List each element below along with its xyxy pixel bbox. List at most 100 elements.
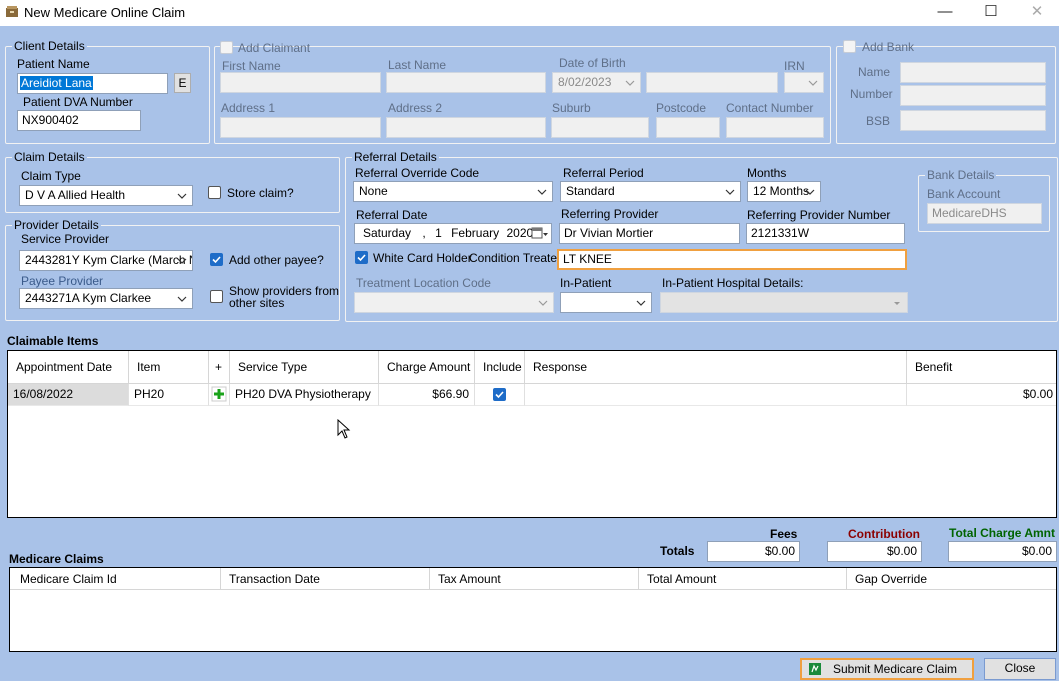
col-medicare-claim-id[interactable]: Medicare Claim Id xyxy=(10,568,221,590)
col-total-amount[interactable]: Total Amount xyxy=(639,568,847,590)
first-name-label: First Name xyxy=(222,59,281,73)
address2-label: Address 2 xyxy=(388,101,443,115)
override-code-label: Referral Override Code xyxy=(355,166,480,180)
fees-total-input[interactable]: $0.00 xyxy=(707,541,800,562)
calendar-dropdown-icon[interactable] xyxy=(531,224,549,243)
referring-number-label: Referring Provider Number xyxy=(747,208,891,222)
bank-account-input[interactable]: MedicareDHS xyxy=(927,203,1042,224)
white-card-checkbox[interactable] xyxy=(355,251,368,264)
chevron-down-icon xyxy=(625,80,635,86)
cell-appointment-date[interactable]: 16/08/2022 xyxy=(8,384,129,406)
col-item[interactable]: Item xyxy=(129,351,209,384)
col-tax-amount[interactable]: Tax Amount xyxy=(430,568,639,590)
claim-details-title: Claim Details xyxy=(12,149,87,165)
client-details-title: Client Details xyxy=(12,38,87,54)
medicare-claims-grid[interactable]: Medicare Claim Id Transaction Date Tax A… xyxy=(9,567,1057,652)
col-benefit[interactable]: Benefit xyxy=(907,351,1056,384)
bank-name-label: Name xyxy=(858,65,891,79)
months-value: 12 Months xyxy=(753,184,810,198)
bank-account-label: Bank Account xyxy=(927,187,1001,201)
cell-response[interactable] xyxy=(525,384,907,406)
inpatient-select[interactable] xyxy=(560,292,652,313)
dva-number-input[interactable]: NX900402 xyxy=(17,110,141,131)
col-charge-amount[interactable]: Charge Amount xyxy=(379,351,475,384)
bsb-input[interactable] xyxy=(900,110,1046,131)
service-provider-select[interactable]: 2443281Y Kym Clarke (March N xyxy=(19,250,193,271)
referral-date-separator: , xyxy=(422,226,426,240)
contribution-total-input[interactable]: $0.00 xyxy=(827,541,922,562)
submit-medicare-claim-button[interactable]: Submit Medicare Claim xyxy=(800,658,974,680)
bank-name-input[interactable] xyxy=(900,62,1046,83)
chevron-down-icon xyxy=(636,300,646,306)
postcode-input[interactable] xyxy=(656,117,720,138)
bsb-label: BSB xyxy=(866,114,891,128)
include-checkbox[interactable] xyxy=(493,388,506,401)
fees-label: Fees xyxy=(770,527,798,541)
treatment-location-select[interactable] xyxy=(354,292,554,313)
claimable-items-grid[interactable]: Appointment Date Item + Service Type Cha… xyxy=(7,350,1057,518)
referring-provider-input[interactable]: Dr Vivian Mortier xyxy=(559,223,740,244)
payee-provider-select[interactable]: 2443271A Kym Clarkee xyxy=(19,288,193,309)
inpatient-hospital-select[interactable] xyxy=(660,292,908,313)
close-button[interactable]: Close xyxy=(984,658,1056,680)
mouse-cursor-icon xyxy=(337,419,351,439)
address1-label: Address 1 xyxy=(221,101,276,115)
close-window-button[interactable]: ✕ xyxy=(1014,0,1059,26)
first-name-input[interactable] xyxy=(220,72,381,93)
chevron-down-icon xyxy=(537,189,547,195)
add-payee-checkbox[interactable] xyxy=(210,253,223,266)
referral-date-month: February xyxy=(451,226,500,240)
bank-number-label: Number xyxy=(850,87,893,101)
irn-label: IRN xyxy=(784,59,805,73)
claimant-extra-input[interactable] xyxy=(646,72,778,93)
bank-number-input[interactable] xyxy=(900,85,1046,106)
last-name-input[interactable] xyxy=(386,72,546,93)
contact-number-input[interactable] xyxy=(726,117,824,138)
col-plus[interactable]: + xyxy=(209,351,230,384)
referring-number-input[interactable]: 2121331W xyxy=(746,223,905,244)
show-providers-checkbox[interactable] xyxy=(210,290,223,303)
add-bank-checkbox[interactable] xyxy=(843,40,856,53)
contribution-label: Contribution xyxy=(848,527,920,541)
edit-patient-button[interactable]: E xyxy=(174,73,191,93)
col-response[interactable]: Response xyxy=(525,351,907,384)
claim-type-select[interactable]: D V A Allied Health xyxy=(19,185,193,206)
address1-input[interactable] xyxy=(220,117,381,138)
cell-benefit[interactable]: $0.00 xyxy=(907,384,1056,406)
total-charge-input[interactable]: $0.00 xyxy=(948,541,1057,562)
add-plus-icon[interactable] xyxy=(209,384,229,404)
add-claimant-checkbox[interactable] xyxy=(220,41,233,54)
col-appointment-date[interactable]: Appointment Date xyxy=(8,351,129,384)
suburb-input[interactable] xyxy=(551,117,649,138)
patient-name-input[interactable]: Areidiot Lana xyxy=(17,73,168,94)
referral-details-title: Referral Details xyxy=(352,149,439,165)
dialog-body: Client Details Patient Name Areidiot Lan… xyxy=(0,26,1059,681)
checkmark-icon xyxy=(495,391,504,399)
referral-period-select[interactable]: Standard xyxy=(560,181,741,202)
cell-charge-amount[interactable]: $66.90 xyxy=(379,384,475,406)
payee-provider-value: 2443271A Kym Clarkee xyxy=(25,291,152,305)
address2-input[interactable] xyxy=(386,117,546,138)
months-select[interactable]: 12 Months xyxy=(747,181,821,202)
store-claim-checkbox[interactable] xyxy=(208,186,221,199)
patient-name-value: Areidiot Lana xyxy=(20,76,93,90)
col-include[interactable]: Include xyxy=(475,351,525,384)
cell-service-type[interactable]: PH20 DVA Physiotherapy xyxy=(230,384,379,406)
provider-details-title: Provider Details xyxy=(12,217,101,233)
inpatient-hospital-label: In-Patient Hospital Details: xyxy=(662,276,804,290)
cell-include[interactable] xyxy=(475,384,525,406)
override-code-select[interactable]: None xyxy=(353,181,553,202)
col-service-type[interactable]: Service Type xyxy=(230,351,379,384)
referral-date-picker[interactable]: Saturday , 1 February 2020 xyxy=(354,223,552,244)
maximize-button[interactable]: ☐ xyxy=(968,0,1014,26)
cell-add[interactable] xyxy=(209,384,230,406)
referral-period-label: Referral Period xyxy=(563,166,644,180)
cell-item[interactable]: PH20 xyxy=(129,384,209,406)
col-transaction-date[interactable]: Transaction Date xyxy=(221,568,430,590)
irn-select[interactable] xyxy=(784,72,824,93)
dob-picker[interactable]: 8/02/2023 xyxy=(552,72,641,93)
condition-treated-input[interactable]: LT KNEE xyxy=(557,249,907,270)
contact-number-label: Contact Number xyxy=(726,101,814,115)
col-gap-override[interactable]: Gap Override xyxy=(847,568,1056,590)
minimize-button[interactable]: — xyxy=(922,0,968,26)
